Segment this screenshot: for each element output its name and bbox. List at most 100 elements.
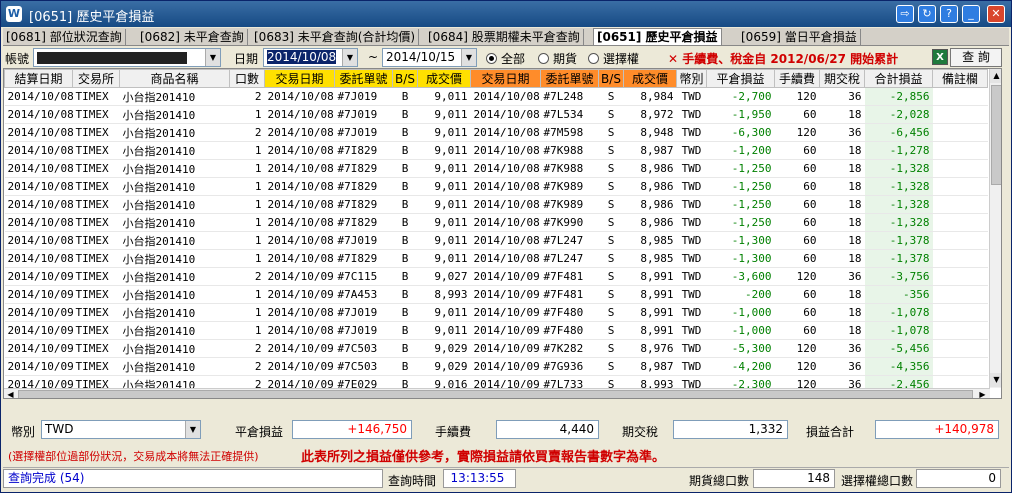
column-header[interactable]: 交易日期 [470,69,541,88]
table-row[interactable]: 2014/10/08 TIMEX 小台指201410 2 2014/10/08 #7J01… [4,87,988,106]
table-row[interactable]: 2014/10/08 TIMEX 小台指201410 1 2014/10/08 #7I82… [4,213,988,232]
table-row[interactable]: 2014/10/09 TIMEX 小台指201410 2 2014/10/09 #7E02… [4,375,988,388]
table-cell: 60 [774,141,820,160]
column-header[interactable]: B/S [392,69,418,88]
column-header[interactable]: 委託單號 [334,69,393,88]
table-cell: 9,029 [417,357,471,376]
table-row[interactable]: 2014/10/09 TIMEX 小台指201410 1 2014/10/09 #7A45… [4,285,988,304]
column-header[interactable]: 交易日期 [264,69,335,88]
tab-0682[interactable]: [0682] 未平倉查詢 [137,29,248,46]
table-cell: 8,987 [623,141,677,160]
column-header[interactable]: 合計損益 [864,69,933,88]
column-header[interactable]: 口數 [229,69,265,88]
column-header[interactable]: 期交稅 [819,69,865,88]
table-cell: #7K988 [540,159,599,178]
table-row[interactable]: 2014/10/08 TIMEX 小台指201410 1 2014/10/08 #7I82… [4,141,988,160]
radio-options[interactable]: 選擇權 [588,50,639,67]
scroll-left-icon[interactable]: ◀ [4,389,17,398]
date-to-field[interactable]: 2014/10/15 ▼ [382,48,477,67]
table-cell: 1 [229,303,265,322]
column-header[interactable]: 平倉損益 [706,69,775,88]
help-icon[interactable]: ? [940,5,958,23]
table-cell: 2014/10/08 [264,249,335,268]
table-cell: 2014/10/08 [264,303,335,322]
table-cell: #7J019 [334,231,393,250]
table-row[interactable]: 2014/10/09 TIMEX 小台指201410 2 2014/10/09 #7C11… [4,267,988,286]
scroll-thumb[interactable] [18,390,973,398]
radio-all[interactable]: 全部 [486,50,525,67]
export-icon[interactable]: ⇨ [896,5,914,23]
table-cell: -1,250 [706,177,775,196]
table-cell: 2014/10/09 [470,375,541,388]
table-row[interactable]: 2014/10/09 TIMEX 小台指201410 1 2014/10/08 #7J01… [4,303,988,322]
column-header[interactable]: 備註欄 [932,69,988,88]
table-cell: S [598,105,624,124]
table-row[interactable]: 2014/10/09 TIMEX 小台指201410 2 2014/10/09 #7C50… [4,357,988,376]
column-header[interactable]: 商品名稱 [119,69,230,88]
table-cell: -1,000 [706,303,775,322]
table-cell: 小台指201410 [119,213,230,232]
trade-table: 結算日期 交易所 商品名稱 口數 交易日期 委託單號 B/S 成交價 交易日期 委託單號 B/S 成交… [4,69,988,388]
table-row[interactable]: 2014/10/08 TIMEX 小台指201410 1 2014/10/08 #7I82… [4,249,988,268]
tab-0684[interactable]: [0684] 股票期權未平倉查詢 [425,29,584,46]
table-cell: #7C503 [334,339,393,358]
tab-0659[interactable]: [0659] 當日平倉損益 [738,29,861,46]
scroll-right-icon[interactable]: ▶ [976,389,989,398]
account-select[interactable]: ▼ [33,48,221,67]
table-cell: 2014/10/08 [4,195,73,214]
excel-export-icon[interactable]: X [932,49,948,65]
tab-0683[interactable]: [0683] 未平倉查詢(合計均價) [251,29,420,46]
column-header[interactable]: 結算日期 [4,69,73,88]
table-cell: 18 [819,249,865,268]
table-cell: 18 [819,231,865,250]
scroll-thumb[interactable] [991,85,1001,185]
table-cell: 2014/10/09 [264,339,335,358]
table-cell: 2014/10/09 [264,375,335,388]
tab-0681[interactable]: [0681] 部位狀況查詢 [3,29,126,46]
column-header[interactable]: 交易所 [72,69,120,88]
close-icon[interactable]: ✕ [987,5,1005,23]
table-cell: TWD [676,303,707,322]
column-header[interactable]: 委託單號 [540,69,599,88]
column-header[interactable]: 幣別 [676,69,707,88]
tab-0651[interactable]: [0651] 歷史平倉損益 [593,28,722,45]
table-cell: TIMEX [72,141,120,160]
table-cell: 2014/10/09 [470,339,541,358]
table-row[interactable]: 2014/10/08 TIMEX 小台指201410 2 2014/10/08 #7J01… [4,123,988,142]
table-cell: TWD [676,321,707,340]
table-row[interactable]: 2014/10/08 TIMEX 小台指201410 1 2014/10/08 #7J01… [4,105,988,124]
table-cell: -1,378 [864,231,933,250]
refresh-icon[interactable]: ↻ [918,5,936,23]
table-row[interactable]: 2014/10/08 TIMEX 小台指201410 1 2014/10/08 #7I82… [4,177,988,196]
table-row[interactable]: 2014/10/09 TIMEX 小台指201410 1 2014/10/08 #7J01… [4,321,988,340]
horizontal-scrollbar[interactable]: ◀ ▶ [4,388,990,398]
minimize-icon[interactable]: _ [962,5,980,23]
vertical-scrollbar[interactable]: ▲ ▼ [989,69,1001,388]
table-cell: 120 [774,357,820,376]
scroll-down-icon[interactable]: ▼ [990,373,1001,387]
date-from-field[interactable]: 2014/10/08 ▼ [263,48,358,67]
table-cell: 2014/10/08 [4,87,73,106]
currency-select[interactable]: TWD ▼ [41,420,201,439]
column-header[interactable]: 手續費 [774,69,820,88]
table-cell: #7F481 [540,267,599,286]
table-cell: 18 [819,195,865,214]
table-row[interactable]: 2014/10/08 TIMEX 小台指201410 1 2014/10/08 #7I82… [4,159,988,178]
column-header[interactable]: 成交價 [417,69,471,88]
table-cell: TIMEX [72,159,120,178]
table-row[interactable]: 2014/10/08 TIMEX 小台指201410 1 2014/10/08 #7J01… [4,231,988,250]
table-cell: 2014/10/09 [470,285,541,304]
calendar-dropdown-icon: ▼ [461,49,476,66]
table-cell: 9,011 [417,177,471,196]
query-button[interactable]: 查 詢 [950,48,1002,67]
table-row[interactable]: 2014/10/09 TIMEX 小台指201410 2 2014/10/09 #7C50… [4,339,988,358]
column-header[interactable]: 成交價 [623,69,677,88]
radio-futures[interactable]: 期貨 [538,50,577,67]
column-header[interactable]: B/S [598,69,624,88]
table-row[interactable]: 2014/10/08 TIMEX 小台指201410 1 2014/10/08 #7I82… [4,195,988,214]
table-cell: B [392,339,418,358]
table-cell: 8,976 [623,339,677,358]
table-cell: 2014/10/08 [4,177,73,196]
table-cell: 9,011 [417,123,471,142]
scroll-up-icon[interactable]: ▲ [990,69,1001,83]
